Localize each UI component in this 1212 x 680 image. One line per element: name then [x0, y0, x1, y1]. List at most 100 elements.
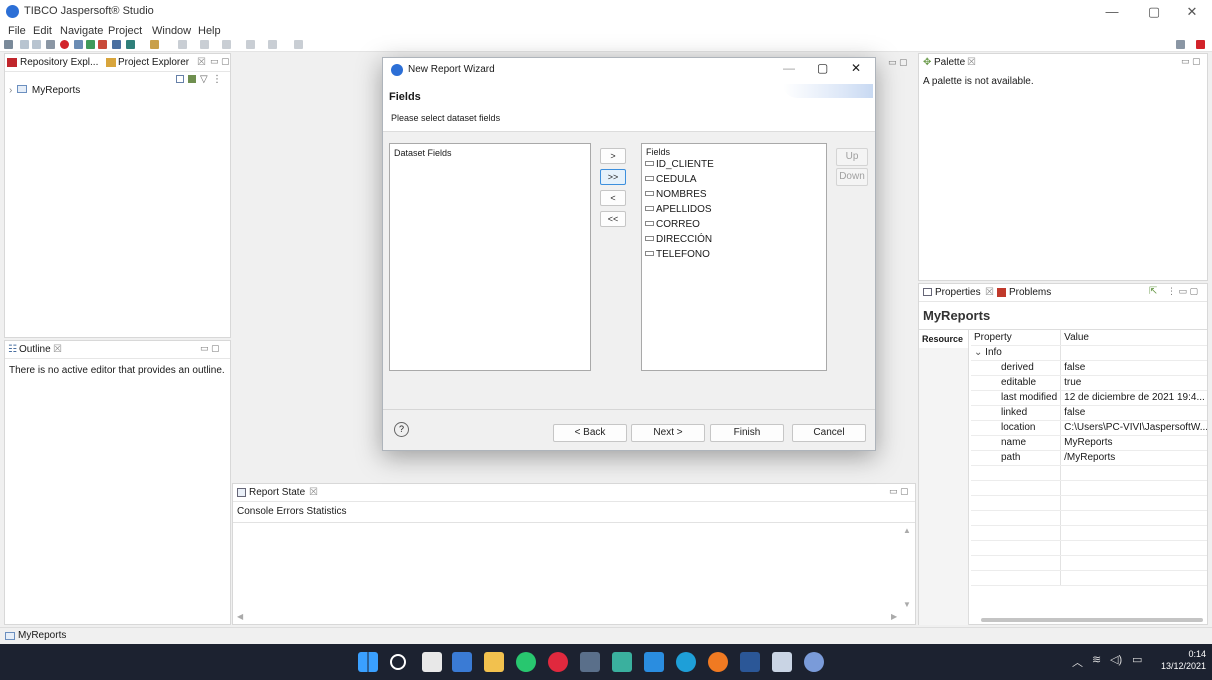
list-item[interactable]: APELLIDOS	[645, 202, 826, 217]
tab-outline[interactable]: Outline	[19, 344, 51, 355]
menu-window[interactable]: Window	[152, 25, 191, 37]
search-icon[interactable]	[390, 654, 406, 670]
opera-icon[interactable]	[548, 652, 568, 672]
next-button[interactable]: Next >	[631, 424, 705, 442]
word-icon[interactable]	[740, 652, 760, 672]
dialog-close-button[interactable]: ✕	[851, 61, 861, 75]
list-item[interactable]: NOMBRES	[645, 187, 826, 202]
list-item[interactable]: ID_CLIENTE	[645, 157, 826, 172]
tab-console[interactable]: Console	[237, 506, 274, 517]
scroll-right-icon[interactable]: ▶	[891, 612, 897, 621]
chevron-right-icon[interactable]: ›	[9, 85, 12, 96]
group-info[interactable]: ⌄ Info	[971, 345, 1062, 361]
filter-icon[interactable]: ▽	[200, 74, 208, 85]
list-item[interactable]: TELEFONO	[645, 247, 826, 262]
report-design-perspective-icon[interactable]	[1196, 40, 1205, 49]
compile-icon[interactable]	[74, 40, 83, 49]
new-icon[interactable]	[4, 40, 13, 49]
close-button[interactable]: ✕	[1176, 2, 1208, 22]
cancel-button[interactable]: Cancel	[792, 424, 866, 442]
last-edit-icon[interactable]	[222, 40, 231, 49]
menu-file[interactable]: File	[8, 25, 26, 37]
menu-navigate[interactable]: Navigate	[60, 25, 103, 37]
maximize-button[interactable]: ▢	[1138, 2, 1170, 22]
remove-all-fields-button[interactable]: <<	[600, 211, 626, 227]
table-row[interactable]: name MyReports	[971, 435, 1207, 451]
table-row[interactable]: linked false	[971, 405, 1207, 421]
table-row[interactable]: editable true	[971, 375, 1207, 391]
horizontal-scrollbar[interactable]	[981, 618, 1203, 622]
tree-item-myreports[interactable]: › MyReports	[9, 85, 80, 96]
minimize-button[interactable]: —	[1096, 2, 1128, 22]
remove-field-button[interactable]: <	[600, 190, 626, 206]
view-menu-icon[interactable]: ⋮	[212, 74, 222, 85]
tab-close-icon[interactable]: ☒	[985, 287, 994, 298]
tab-problems[interactable]: Problems	[1009, 287, 1051, 298]
tab-statistics[interactable]: Statistics	[307, 506, 347, 517]
app-icon[interactable]	[612, 652, 632, 672]
print-icon[interactable]	[46, 40, 55, 49]
open-perspective-icon[interactable]	[1176, 40, 1185, 49]
run-icon[interactable]	[126, 40, 135, 49]
back-icon[interactable]	[246, 40, 255, 49]
pen-icon[interactable]	[150, 40, 159, 49]
save-icon[interactable]	[20, 40, 29, 49]
add-all-fields-button[interactable]: >>	[600, 169, 626, 185]
add-field-button[interactable]: >	[600, 148, 626, 164]
report-icon[interactable]	[86, 40, 95, 49]
publish-icon[interactable]	[98, 40, 107, 49]
file-explorer-icon[interactable]	[484, 652, 504, 672]
table-row[interactable]: last modified 12 de diciembre de 2021 19:…	[971, 390, 1207, 406]
link-editor-icon[interactable]	[188, 75, 196, 83]
task-view-icon[interactable]	[422, 652, 442, 672]
scroll-left-icon[interactable]: ◀	[237, 612, 243, 621]
editor-minimize-icon[interactable]: ▭ ▢	[888, 57, 908, 68]
next-annotation-icon[interactable]	[178, 40, 187, 49]
tab-close-icon[interactable]: ☒	[53, 344, 62, 355]
volume-icon[interactable]: ◁)	[1110, 653, 1122, 666]
dialog-minimize-button[interactable]: —	[783, 61, 795, 75]
start-icon[interactable]	[358, 652, 378, 672]
finish-button[interactable]: Finish	[710, 424, 784, 442]
view-menu-icon[interactable]: ⋮ ▭ ▢	[1167, 286, 1198, 297]
dataset-fields-list[interactable]: Dataset Fields	[389, 143, 591, 371]
table-row[interactable]: derived false	[971, 360, 1207, 376]
jaspersoft-taskbar-icon[interactable]	[804, 652, 824, 672]
tab-close-icon[interactable]: ☒	[197, 57, 206, 68]
pin-view-icon[interactable]: ⇱	[1149, 286, 1157, 297]
wifi-icon[interactable]: ≋	[1092, 653, 1101, 666]
dialog-maximize-button[interactable]: ▢	[817, 61, 828, 75]
menu-help[interactable]: Help	[198, 25, 221, 37]
notepad-icon[interactable]	[772, 652, 792, 672]
debug-icon[interactable]	[60, 40, 69, 49]
mail-icon[interactable]	[644, 652, 664, 672]
list-item[interactable]: CEDULA	[645, 172, 826, 187]
tab-palette[interactable]: Palette	[934, 57, 965, 68]
dataset-icon[interactable]	[112, 40, 121, 49]
firefox-icon[interactable]	[708, 652, 728, 672]
edge-icon[interactable]	[676, 652, 696, 672]
save-all-icon[interactable]	[32, 40, 41, 49]
tab-errors[interactable]: Errors	[276, 506, 303, 517]
forward-icon[interactable]	[268, 40, 277, 49]
tab-repository-explorer[interactable]: Repository Expl...	[20, 57, 98, 68]
battery-icon[interactable]: ▭	[1132, 653, 1142, 666]
prev-annotation-icon[interactable]	[200, 40, 209, 49]
move-down-button[interactable]: Down	[836, 168, 868, 186]
minimize-view-icon[interactable]: ▭ ▢	[889, 486, 909, 497]
tab-properties[interactable]: Properties	[935, 287, 981, 298]
tray-clock[interactable]: 0:14 13/12/2021	[1152, 648, 1206, 672]
collapse-all-icon[interactable]	[176, 75, 184, 83]
minimize-view-icon[interactable]: ▭ ▢	[210, 56, 230, 67]
scroll-up-icon[interactable]: ▲	[903, 526, 911, 535]
minimize-view-icon[interactable]: ▭ ▢	[1181, 56, 1201, 67]
menu-project[interactable]: Project	[108, 25, 142, 37]
scroll-down-icon[interactable]: ▼	[903, 600, 911, 609]
side-tab-resource[interactable]: Resource	[919, 330, 968, 348]
table-row[interactable]: location C:\Users\PC-VIVI\JaspersoftW...	[971, 420, 1207, 436]
list-item[interactable]: CORREO	[645, 217, 826, 232]
selected-fields-list[interactable]: Fields ID_CLIENTE CEDULA NOMBRES APELLID…	[641, 143, 827, 371]
widgets-icon[interactable]	[452, 652, 472, 672]
tab-project-explorer[interactable]: Project Explorer	[118, 57, 189, 68]
menu-edit[interactable]: Edit	[33, 25, 52, 37]
